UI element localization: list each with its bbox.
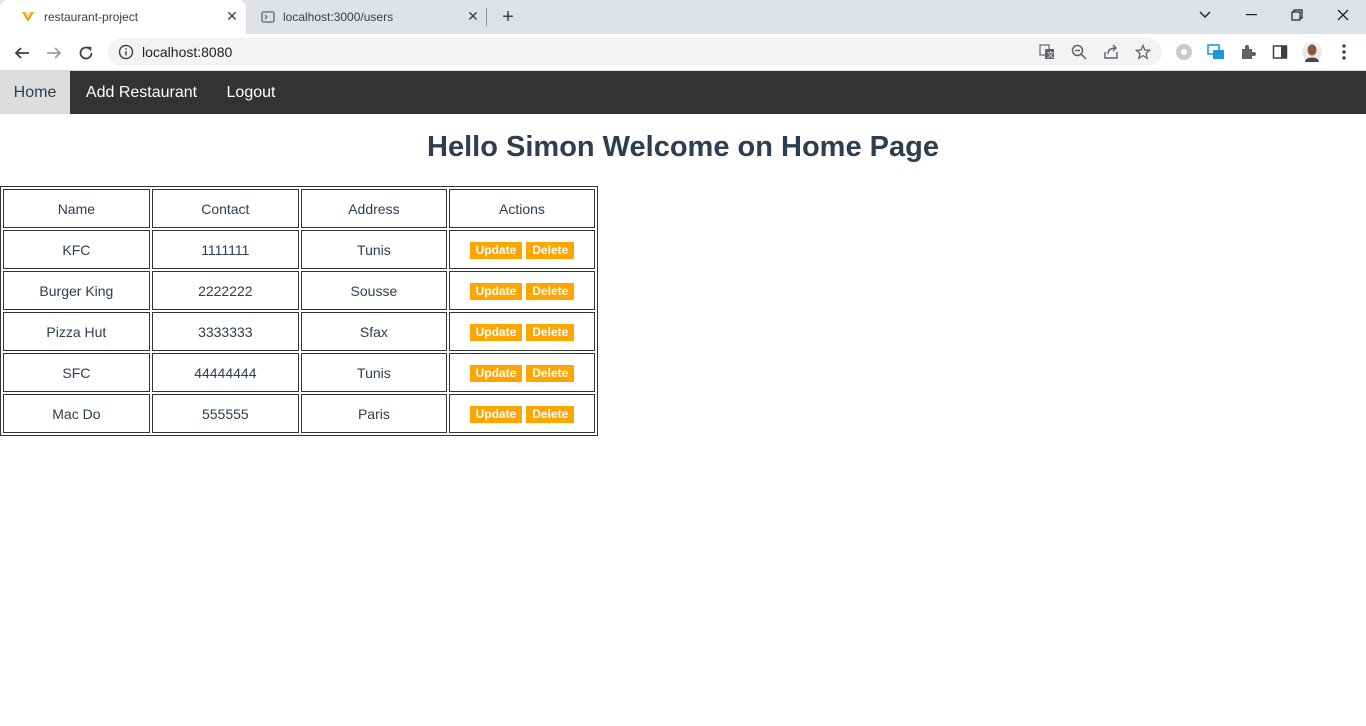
- delete-button[interactable]: Delete: [526, 241, 575, 259]
- extensions-puzzle-icon[interactable]: [1238, 42, 1258, 62]
- forward-arrow-icon[interactable]: [42, 41, 66, 65]
- svg-text:文: 文: [1047, 50, 1054, 59]
- restaurants-table: Name Contact Address Actions KFC 1111111…: [0, 186, 598, 436]
- browser-menu-kebab-icon[interactable]: [1334, 42, 1354, 62]
- address-bar[interactable]: localhost:8080 文: [108, 38, 1162, 66]
- tab-separator: [486, 8, 487, 26]
- cell-contact: 555555: [151, 394, 299, 433]
- vue-favicon-icon: [20, 10, 36, 24]
- tab-title: restaurant-project: [44, 10, 139, 24]
- cell-address: Sousse: [300, 271, 447, 310]
- column-header-name: Name: [3, 189, 150, 228]
- cell-contact: 2222222: [151, 271, 299, 310]
- nav-link-home[interactable]: Home: [0, 71, 70, 114]
- column-header-actions: Actions: [448, 189, 595, 228]
- table-row: Mac Do 555555 Paris Update Delete: [3, 394, 595, 433]
- minimize-icon[interactable]: [1228, 0, 1274, 30]
- table-header-row: Name Contact Address Actions: [3, 189, 595, 228]
- update-button[interactable]: Update: [469, 241, 523, 259]
- cell-contact: 44444444: [151, 353, 299, 392]
- cell-contact: 3333333: [151, 312, 299, 351]
- nav-link-logout[interactable]: Logout: [213, 71, 289, 114]
- page-title: Hello Simon Welcome on Home Page: [427, 131, 939, 163]
- cell-name: Mac Do: [3, 394, 150, 433]
- cell-name: Burger King: [3, 271, 150, 310]
- browser-toolbar: localhost:8080 文: [0, 34, 1366, 71]
- update-button[interactable]: Update: [469, 323, 523, 341]
- table-row: SFC 44444444 Tunis Update Delete: [3, 353, 595, 392]
- table-row: Pizza Hut 3333333 Sfax Update Delete: [3, 312, 595, 351]
- url-text[interactable]: localhost:8080: [142, 44, 232, 60]
- cell-name: Pizza Hut: [3, 312, 150, 351]
- cell-address: Sfax: [300, 312, 447, 351]
- reload-icon[interactable]: [74, 41, 98, 65]
- cell-actions: Update Delete: [448, 394, 595, 433]
- delete-button[interactable]: Delete: [526, 323, 575, 341]
- cell-actions: Update Delete: [448, 353, 595, 392]
- table-row: Burger King 2222222 Sousse Update Delete: [3, 271, 595, 310]
- cell-actions: Update Delete: [448, 230, 595, 269]
- table-row: KFC 1111111 Tunis Update Delete: [3, 230, 595, 269]
- new-tab-plus-icon[interactable]: +: [498, 6, 518, 28]
- cell-name: KFC: [3, 230, 150, 269]
- delete-button[interactable]: Delete: [526, 405, 575, 423]
- extension-record-icon[interactable]: [1174, 42, 1194, 62]
- cell-contact: 1111111: [151, 230, 299, 269]
- cell-address: Tunis: [300, 353, 447, 392]
- profile-avatar[interactable]: [1302, 42, 1322, 62]
- tab-close-icon[interactable]: ✕: [465, 8, 481, 24]
- translate-icon[interactable]: 文: [1039, 44, 1055, 60]
- cell-actions: Update Delete: [448, 312, 595, 351]
- close-window-icon[interactable]: [1320, 0, 1366, 30]
- share-icon[interactable]: [1103, 44, 1119, 60]
- browser-tab-strip: restaurant-project ✕ localhost:3000/user…: [0, 0, 1366, 34]
- tab-restaurant-project[interactable]: restaurant-project ✕: [0, 0, 246, 34]
- cell-address: Paris: [300, 394, 447, 433]
- delete-button[interactable]: Delete: [526, 364, 575, 382]
- page-favicon-icon: [260, 10, 276, 24]
- update-button[interactable]: Update: [469, 405, 523, 423]
- side-panel-icon[interactable]: [1270, 42, 1290, 62]
- tab-title: localhost:3000/users: [283, 10, 394, 24]
- column-header-address: Address: [300, 189, 447, 228]
- update-button[interactable]: Update: [469, 364, 523, 382]
- zoom-out-icon[interactable]: [1071, 44, 1087, 60]
- tab-search-chevron-icon[interactable]: [1182, 0, 1228, 30]
- cell-actions: Update Delete: [448, 271, 595, 310]
- tab-localhost-users[interactable]: localhost:3000/users ✕: [247, 0, 487, 34]
- column-header-contact: Contact: [151, 189, 299, 228]
- restore-icon[interactable]: [1274, 0, 1320, 30]
- update-button[interactable]: Update: [469, 282, 523, 300]
- back-arrow-icon[interactable]: [10, 41, 34, 65]
- app-nav-bar: Home Add Restaurant Logout: [0, 71, 1366, 114]
- cell-address: Tunis: [300, 230, 447, 269]
- bookmark-star-icon[interactable]: [1135, 44, 1151, 60]
- delete-button[interactable]: Delete: [526, 282, 575, 300]
- cell-name: SFC: [3, 353, 150, 392]
- tab-close-icon[interactable]: ✕: [224, 8, 240, 24]
- nav-link-add-restaurant[interactable]: Add Restaurant: [70, 71, 213, 114]
- site-info-icon[interactable]: [118, 44, 134, 60]
- extension-screen-icon[interactable]: [1206, 42, 1226, 62]
